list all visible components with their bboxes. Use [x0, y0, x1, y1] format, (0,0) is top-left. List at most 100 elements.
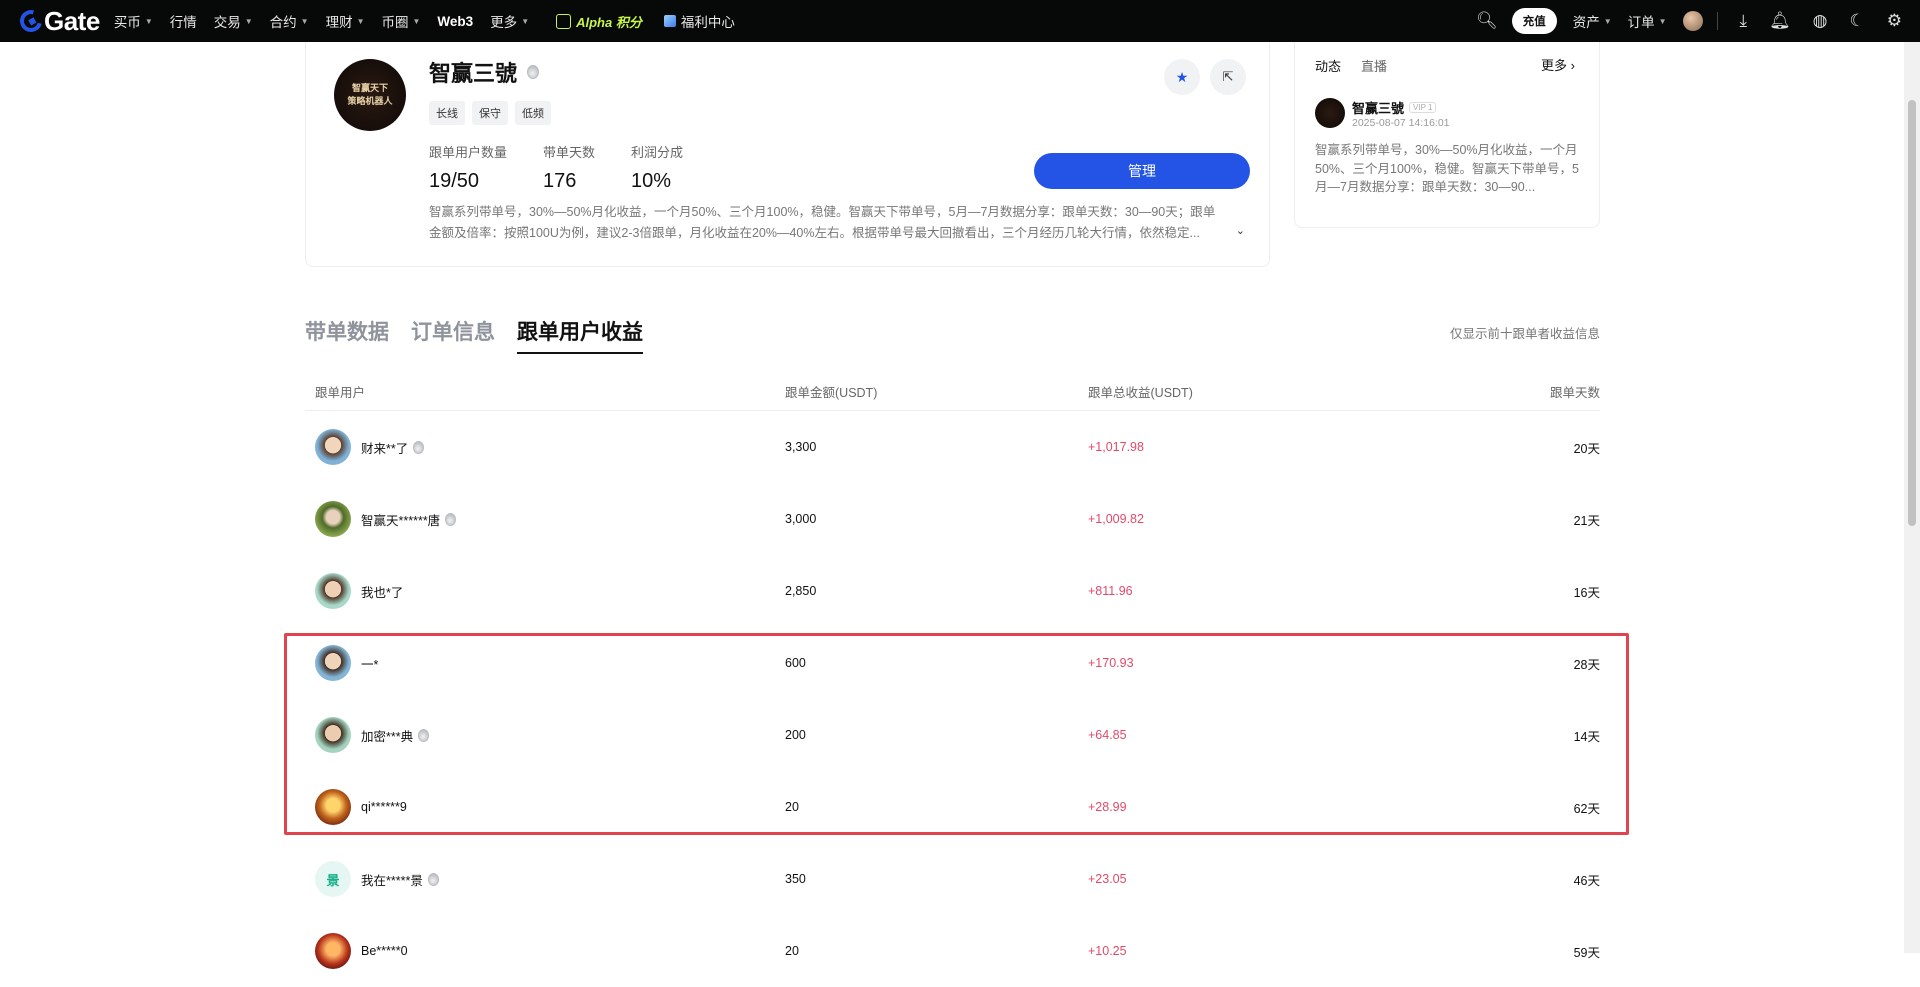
feed-card: 动态 直播 更多 › 智赢三號 VIP 1 2025-08-07 14:16:0…	[1294, 42, 1600, 228]
share-icon: ⇱	[1222, 69, 1234, 84]
tag: 低频	[515, 101, 551, 125]
cell-amount: 3,300	[785, 440, 817, 454]
cell-amount: 350	[785, 872, 806, 886]
cell-days: 16天	[1573, 585, 1600, 600]
follower-avatar	[315, 573, 351, 609]
header-profit: 跟单总收益(USDT)	[1088, 386, 1193, 400]
user-avatar[interactable]	[1682, 11, 1703, 31]
table-row[interactable]: 智赢天******唐 3,000 +1,009.82 21天	[305, 483, 1600, 555]
nav-item-label: 合约	[269, 15, 297, 30]
tab-lead-data[interactable]: 带单数据	[305, 316, 389, 354]
nav-item-label: Web3	[437, 13, 474, 29]
gate-logo[interactable]: Gate	[15, 0, 100, 42]
table-row[interactable]: 我也*了 2,850 +811.96 16天	[305, 555, 1600, 627]
chevron-down-icon[interactable]: ⌄	[1236, 224, 1245, 237]
nav-item-label: 币圈	[381, 15, 409, 30]
nav-item-label: 交易	[213, 15, 241, 30]
star-icon: ★	[1175, 68, 1189, 85]
trader-profile-card: 智赢天下 策略机器人 智赢三號 长线 保守 低频 跟单用户数量 19/50 带单…	[305, 42, 1270, 267]
medal-icon	[527, 65, 540, 79]
logo-text: Gate	[44, 5, 100, 36]
nav-item-3[interactable]: 合约 ▼	[270, 11, 309, 31]
chevron-down-icon: ▼	[521, 16, 530, 26]
follower-name: 我在*****景	[361, 873, 423, 888]
follower-name: 我也*了	[361, 585, 404, 600]
follower-avatar	[315, 501, 351, 537]
globe-icon[interactable]: ◍	[1813, 11, 1828, 31]
cell-profit: +10.25	[1088, 944, 1127, 958]
tab-follower-earnings[interactable]: 跟单用户收益	[517, 316, 643, 354]
nav-divider	[1716, 12, 1718, 30]
cell-days: 20天	[1573, 441, 1600, 456]
cell-days: 59天	[1573, 945, 1600, 960]
cell-amount: 3,000	[785, 512, 817, 526]
feed-more-link[interactable]: 更多 ›	[1541, 55, 1575, 74]
bell-icon[interactable]: 🔔︎	[1769, 11, 1791, 31]
nav-item-label: 买币	[113, 15, 141, 30]
cell-user: 智赢天******唐	[315, 483, 457, 555]
nav-item-0[interactable]: 买币 ▼	[114, 11, 153, 31]
nav-item-5[interactable]: 币圈 ▼	[382, 11, 421, 31]
cube-icon	[663, 15, 676, 27]
alpha-points-link[interactable]: Alpha 积分	[556, 12, 642, 31]
more-label: 更多	[1541, 58, 1568, 73]
table-row[interactable]: Be*****0 20 +10.25 59天	[305, 915, 1600, 987]
post-avatar	[1315, 98, 1345, 128]
feed-tabs: 动态 直播	[1315, 56, 1407, 75]
stat-followers: 跟单用户数量 19/50	[429, 142, 507, 193]
header-user: 跟单用户	[315, 386, 366, 400]
nav-item-1[interactable]: 行情	[170, 11, 197, 31]
moon-icon[interactable]: ☾	[1850, 11, 1865, 31]
section-tabs: 带单数据 订单信息 跟单用户收益	[305, 316, 665, 354]
manage-button[interactable]: 管理	[1034, 153, 1250, 189]
stat-profit-share: 利润分成 10%	[631, 142, 683, 193]
scrollbar[interactable]	[1904, 42, 1920, 953]
tag: 保守	[472, 101, 508, 125]
orders-menu[interactable]: 订单 ▼	[1628, 11, 1667, 31]
favorite-button[interactable]: ★	[1164, 59, 1200, 95]
stat-label: 跟单用户数量	[429, 145, 508, 160]
alpha-icon	[556, 13, 572, 29]
top-ten-note: 仅显示前十跟单者收益信息	[1449, 327, 1600, 341]
gear-icon[interactable]: ⚙	[1887, 11, 1902, 31]
download-icon[interactable]: ⤓	[1740, 11, 1748, 31]
cell-user: Be*****0	[315, 915, 408, 987]
trader-avatar: 智赢天下 策略机器人	[334, 59, 406, 131]
post-author-name: 智赢三號	[1352, 101, 1405, 116]
tab-live[interactable]: 直播	[1361, 56, 1387, 75]
nav-item-2[interactable]: 交易 ▼	[214, 11, 253, 31]
gate-logo-icon	[15, 5, 47, 37]
scroll-thumb[interactable]	[1908, 100, 1916, 526]
table-row[interactable]: 景我在*****景 350 +23.05 46天	[305, 843, 1600, 915]
stat-label: 利润分成	[631, 145, 684, 160]
avatar-text-line1: 智赢天下	[351, 83, 388, 93]
chevron-down-icon: ▼	[1603, 16, 1612, 26]
tag: 长线	[429, 101, 465, 125]
chevron-down-icon: ▼	[356, 16, 365, 26]
welfare-center-link[interactable]: 福利中心	[663, 11, 735, 31]
nav-item-4[interactable]: 理财 ▼	[326, 11, 365, 31]
tab-order-info[interactable]: 订单信息	[411, 316, 495, 354]
post-text[interactable]: 智赢系列带单号，30%—50%月化收益，一个月50%、三个月100%，稳健。智赢…	[1315, 141, 1585, 197]
deposit-button[interactable]: 充值	[1511, 8, 1557, 34]
cell-amount: 20	[785, 944, 799, 958]
avatar-text-line2: 策略机器人	[347, 96, 393, 106]
header-amount: 跟单金额(USDT)	[785, 386, 878, 400]
assets-menu[interactable]: 资产 ▼	[1573, 11, 1612, 31]
cell-user: 我也*了	[315, 555, 403, 627]
trader-description: 智赢系列带单号，30%—50%月化收益，一个月50%、三个月100%，稳健。智赢…	[429, 202, 1239, 244]
cell-amount: 2,850	[785, 584, 817, 598]
table-row[interactable]: 财来**了 3,300 +1,017.98 20天	[305, 411, 1600, 483]
nav-item-6[interactable]: Web3	[437, 14, 473, 29]
search-icon[interactable]: 🔍︎	[1476, 11, 1498, 31]
nav-menu: 买币 ▼ 行情 交易 ▼ 合约 ▼ 理财 ▼ 币圈 ▼ Web3 更多 ▼	[114, 11, 546, 31]
stat-days: 带单天数 176	[543, 142, 595, 193]
chevron-down-icon: ▼	[144, 16, 153, 26]
alpha-label: Alpha 积分	[576, 14, 642, 30]
tab-dynamic[interactable]: 动态	[1315, 56, 1341, 75]
description-line: 智赢系列带单号，30%—50%月化收益，一个月50%、三个月100%，稳健。智赢…	[429, 205, 1216, 219]
trader-tags: 长线 保守 低频	[429, 101, 558, 125]
cell-profit: +1,009.82	[1088, 512, 1144, 526]
nav-item-7[interactable]: 更多 ▼	[490, 11, 529, 31]
share-button[interactable]: ⇱	[1210, 59, 1246, 95]
